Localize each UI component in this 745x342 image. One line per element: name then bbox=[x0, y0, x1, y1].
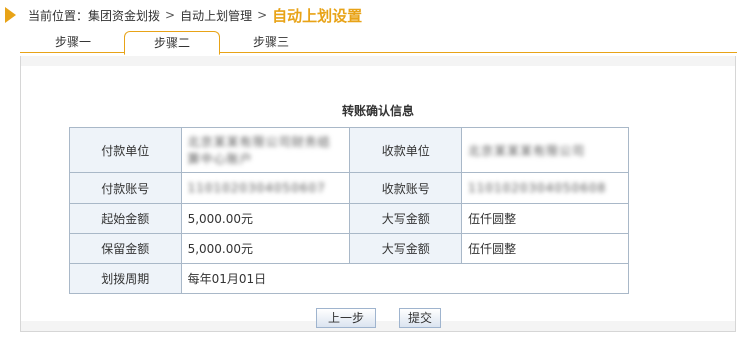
amount-words-label: 大写金额 bbox=[349, 203, 463, 234]
breadcrumb-separator: > bbox=[257, 8, 268, 22]
payer-label: 付款单位 bbox=[69, 127, 182, 173]
confirm-title: 转账确认信息 bbox=[341, 104, 414, 118]
payee-label: 收款单位 bbox=[349, 127, 463, 173]
confirm-area: 转账确认信息 付款单位 北京某某有限公司财务结算中心账户 收款单位 北京某某某有… bbox=[21, 66, 735, 328]
breadcrumb: 当前位置： 集团资金划拨 > 自动上划管理 > 自动上划设置 bbox=[0, 4, 362, 26]
payer-account-value: 1101020304050607 bbox=[187, 181, 326, 195]
reserve-amount-value: 5,000.00元 bbox=[180, 233, 351, 264]
step-panel: 转账确认信息 付款单位 北京某某有限公司财务结算中心账户 收款单位 北京某某某有… bbox=[20, 56, 736, 332]
table-row: 划拨周期 每年01月01日 bbox=[69, 263, 630, 294]
table-row: 起始金额 5,000.00元 大写金额 伍仟圆整 bbox=[69, 203, 629, 234]
payer-account-label: 付款账号 bbox=[69, 172, 182, 204]
tab-step-one[interactable]: 步骤一 bbox=[38, 32, 108, 52]
tab-step-two[interactable]: 步骤二 bbox=[124, 31, 220, 55]
payee-value: 北京某某某有限公司 bbox=[468, 143, 586, 158]
breadcrumb-item-management[interactable]: 自动上划管理 bbox=[180, 7, 252, 24]
payee-account-value: 1101020304050608 bbox=[468, 181, 607, 195]
payer-value: 北京某某有限公司财务结算中心账户 bbox=[187, 135, 331, 166]
table-row: 付款单位 北京某某有限公司财务结算中心账户 收款单位 北京某某某有限公司 bbox=[69, 127, 629, 173]
location-arrow-icon bbox=[5, 7, 16, 23]
amount-words-label: 大写金额 bbox=[349, 233, 463, 264]
breadcrumb-prefix: 当前位置： bbox=[28, 8, 89, 23]
start-amount-words: 伍仟圆整 bbox=[461, 203, 629, 234]
breadcrumb-item-transfer[interactable]: 集团资金划拨 bbox=[88, 7, 160, 24]
submit-button[interactable]: 提交 bbox=[399, 308, 441, 328]
start-amount-label: 起始金额 bbox=[69, 203, 182, 234]
prev-step-button[interactable]: 上一步 bbox=[316, 308, 376, 328]
reserve-amount-label: 保留金额 bbox=[69, 233, 182, 264]
reserve-amount-words: 伍仟圆整 bbox=[461, 233, 629, 264]
period-value: 每年01月01日 bbox=[180, 263, 630, 294]
payee-account-label: 收款账号 bbox=[349, 172, 463, 204]
table-row: 保留金额 5,000.00元 大写金额 伍仟圆整 bbox=[69, 233, 629, 264]
period-label: 划拨周期 bbox=[69, 263, 182, 294]
breadcrumb-separator: > bbox=[165, 8, 176, 22]
confirm-table: 付款单位 北京某某有限公司财务结算中心账户 收款单位 北京某某某有限公司 付款账… bbox=[69, 127, 630, 294]
start-amount-value: 5,000.00元 bbox=[180, 203, 351, 234]
tab-step-three[interactable]: 步骤三 bbox=[236, 32, 306, 52]
page-title: 自动上划设置 bbox=[272, 6, 363, 25]
table-row: 付款账号 1101020304050607 收款账号 1101020304050… bbox=[69, 172, 629, 204]
